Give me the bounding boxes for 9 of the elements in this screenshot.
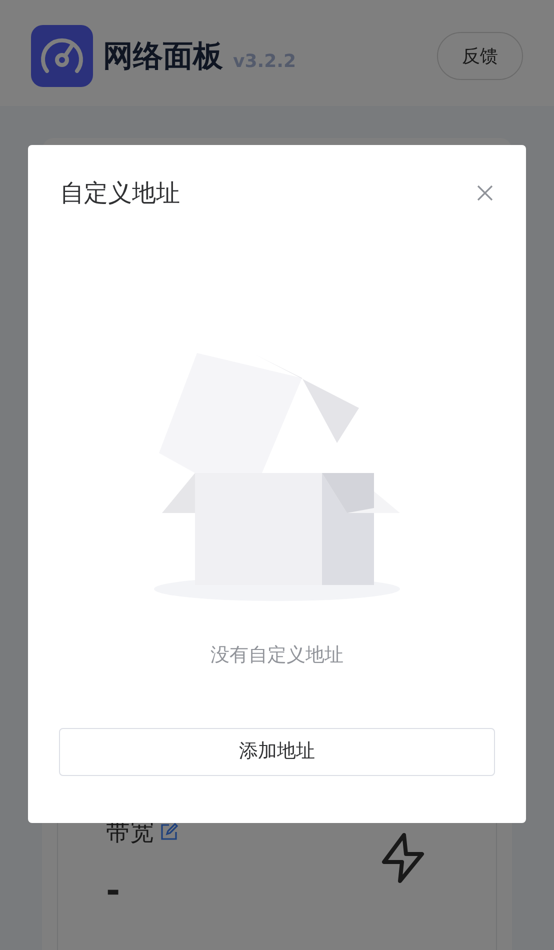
- app-title: 网络面板: [103, 38, 223, 76]
- empty-message: 没有自定义地址: [210, 643, 344, 668]
- speedometer-icon: [31, 25, 93, 87]
- add-address-button[interactable]: 添加地址: [59, 728, 495, 776]
- dialog-title: 自定义地址: [60, 178, 180, 209]
- bandwidth-value: -: [106, 870, 120, 913]
- edit-icon[interactable]: [160, 823, 178, 841]
- close-icon[interactable]: [476, 184, 494, 202]
- feedback-button[interactable]: 反馈: [437, 32, 523, 80]
